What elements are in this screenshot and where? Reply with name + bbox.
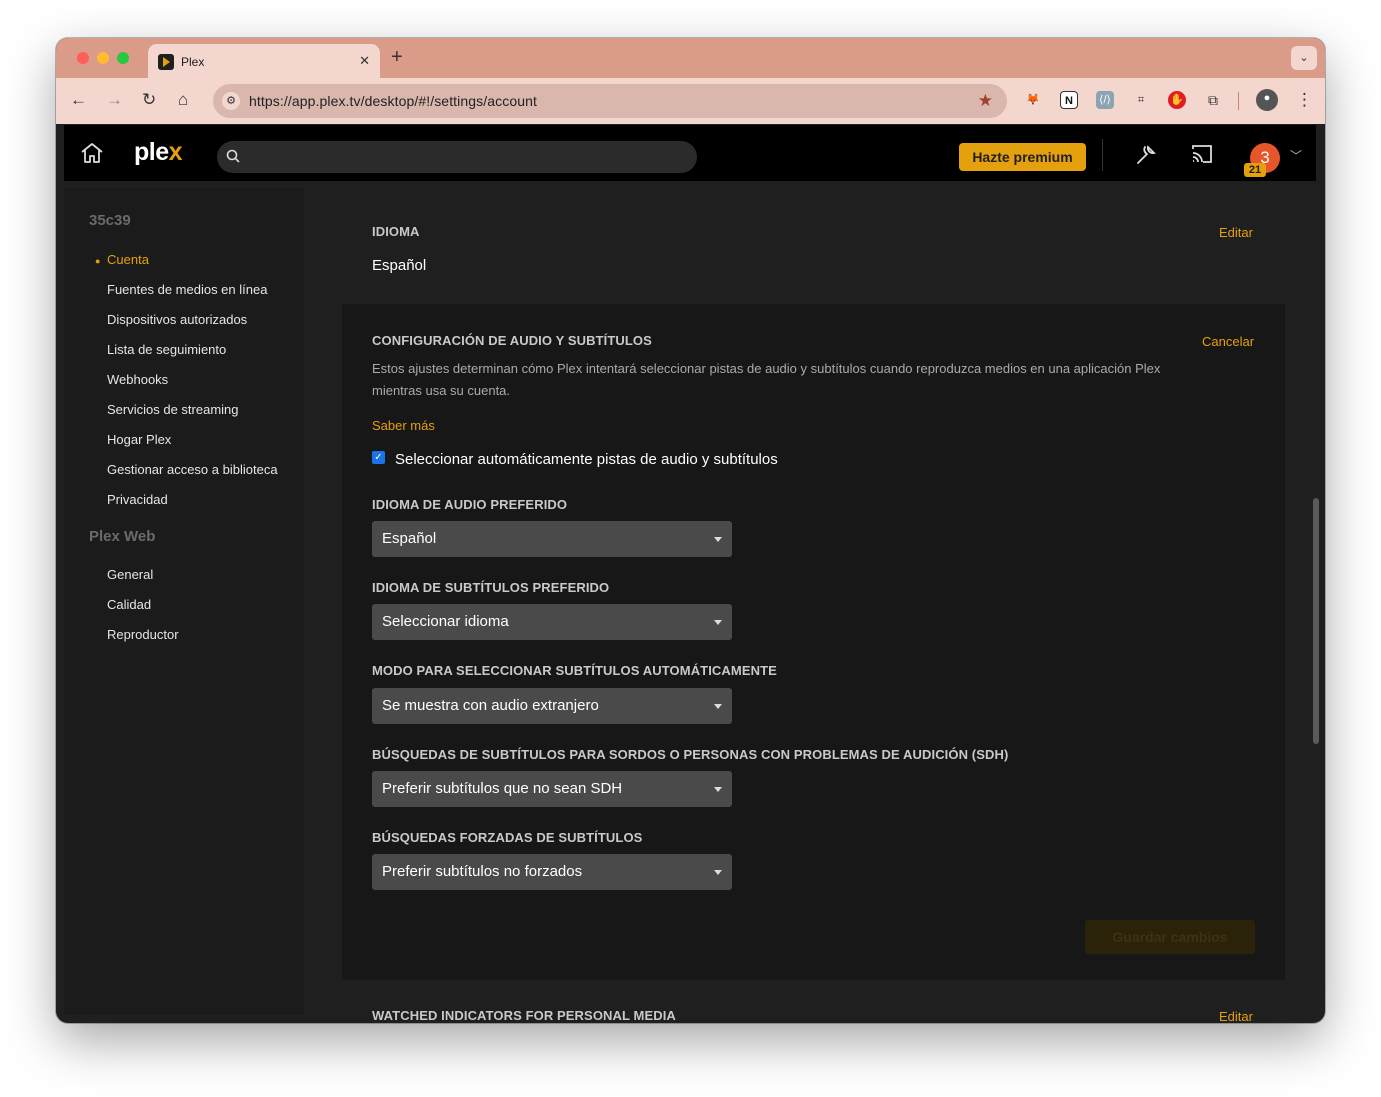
caret-down-icon bbox=[714, 537, 722, 542]
audio-subs-label: CONFIGURACIÓN DE AUDIO Y SUBTÍTULOS bbox=[372, 333, 652, 348]
profile-avatar-icon[interactable]: ● bbox=[1256, 89, 1278, 111]
tab-close-icon[interactable]: ✕ bbox=[359, 53, 370, 69]
notification-badge: 21 bbox=[1244, 163, 1266, 177]
sidebar-item-fuentes[interactable]: Fuentes de medios en línea bbox=[107, 282, 267, 297]
logo-accent: x bbox=[168, 138, 183, 166]
browser-toolbar: ← → ↻ ⌂ ⚙ https://app.plex.tv/desktop/#!… bbox=[56, 78, 1325, 124]
auto-subtitle-mode-value: Se muestra con audio extranjero bbox=[382, 697, 599, 714]
home-icon[interactable] bbox=[80, 142, 104, 164]
caret-down-icon bbox=[714, 620, 722, 625]
audio-subs-description: Estos ajustes determinan cómo Plex inten… bbox=[372, 361, 1161, 398]
forced-subs-value: Preferir subtítulos no forzados bbox=[382, 863, 583, 880]
auto-subtitle-mode-label: MODO PARA SELECCIONAR SUBTÍTULOS AUTOMÁT… bbox=[372, 663, 777, 678]
metamask-icon[interactable]: 🦊 bbox=[1024, 91, 1042, 109]
tab-strip: Plex ✕ + ⌄ bbox=[56, 38, 1325, 78]
star-icon[interactable]: ★ bbox=[978, 91, 993, 111]
watched-edit-link[interactable]: Editar bbox=[1219, 1009, 1253, 1023]
sdh-select[interactable]: Preferir subtítulos que no sean SDH bbox=[372, 771, 732, 807]
search-input[interactable] bbox=[217, 141, 697, 173]
watched-label: WATCHED INDICATORS FOR PERSONAL MEDIA bbox=[372, 1008, 676, 1023]
learn-more-link[interactable]: Saber más bbox=[372, 418, 435, 433]
url-text[interactable]: https://app.plex.tv/desktop/#!/settings/… bbox=[249, 93, 537, 109]
reload-icon[interactable]: ↻ bbox=[142, 90, 156, 110]
sidebar-web-title: Plex Web bbox=[89, 528, 156, 545]
sidebar-item-webhooks[interactable]: Webhooks bbox=[107, 372, 168, 387]
tab-title: Plex bbox=[181, 55, 205, 69]
auto-select-checkbox[interactable]: ✓ bbox=[372, 451, 385, 464]
language-label: IDIOMA bbox=[372, 224, 420, 239]
maximize-window-button[interactable] bbox=[117, 52, 129, 64]
search-icon bbox=[226, 149, 240, 163]
forced-subs-select[interactable]: Preferir subtítulos no forzados bbox=[372, 854, 732, 890]
close-window-button[interactable] bbox=[77, 52, 89, 64]
new-tab-button[interactable]: + bbox=[391, 46, 403, 69]
sdh-label: BÚSQUEDAS DE SUBTÍTULOS PARA SORDOS O PE… bbox=[372, 747, 1009, 762]
browser-window: Plex ✕ + ⌄ ← → ↻ ⌂ ⚙ https://app.plex.tv… bbox=[56, 38, 1325, 1023]
sidebar-item-reproductor[interactable]: Reproductor bbox=[107, 627, 179, 642]
caret-down-icon bbox=[714, 870, 722, 875]
logo-text: ple bbox=[134, 138, 169, 166]
wrench-icon[interactable] bbox=[1134, 143, 1158, 167]
sidebar-item-gestionar[interactable]: Gestionar acceso a biblioteca bbox=[107, 462, 278, 477]
language-edit-link[interactable]: Editar bbox=[1219, 225, 1253, 240]
auto-subtitle-mode-select[interactable]: Se muestra con audio extranjero bbox=[372, 688, 732, 724]
active-indicator: ● bbox=[95, 256, 101, 266]
audio-lang-label: IDIOMA DE AUDIO PREFERIDO bbox=[372, 497, 568, 512]
audio-language-value: Español bbox=[382, 530, 437, 547]
site-settings-icon[interactable]: ⚙ bbox=[222, 92, 240, 110]
subtitle-lang-label: IDIOMA DE SUBTÍTULOS PREFERIDO bbox=[372, 580, 610, 595]
sdh-value: Preferir subtítulos que no sean SDH bbox=[382, 780, 623, 797]
forward-icon[interactable]: → bbox=[106, 90, 123, 110]
sidebar-item-lista[interactable]: Lista de seguimiento bbox=[107, 342, 226, 357]
address-bar[interactable]: ⚙ https://app.plex.tv/desktop/#!/setting… bbox=[213, 84, 1007, 118]
sidebar-item-cuenta[interactable]: Cuenta bbox=[107, 252, 149, 267]
sidebar-item-privacidad[interactable]: Privacidad bbox=[107, 492, 168, 507]
toolbar-divider bbox=[1238, 92, 1239, 110]
caret-down-icon bbox=[714, 704, 722, 709]
browser-tab[interactable]: Plex ✕ bbox=[148, 44, 380, 78]
plex-header: plex Hazte premium 3 21 ﹀ bbox=[64, 125, 1316, 181]
save-button[interactable]: Guardar cambios bbox=[1085, 920, 1255, 954]
back-icon[interactable]: ← bbox=[70, 90, 87, 110]
plex-logo[interactable]: plex bbox=[134, 138, 183, 167]
sidebar-item-hogar[interactable]: Hogar Plex bbox=[107, 432, 171, 447]
forced-subs-label: BÚSQUEDAS FORZADAS DE SUBTÍTULOS bbox=[372, 830, 643, 845]
cancel-link[interactable]: Cancelar bbox=[1202, 334, 1254, 349]
sidebar-item-general[interactable]: General bbox=[107, 567, 153, 582]
extensions-icon[interactable]: ⧉ bbox=[1204, 91, 1222, 109]
sidebar-item-servicios[interactable]: Servicios de streaming bbox=[107, 402, 239, 417]
settings-sidebar: 35c39 ● Cuenta Fuentes de medios en líne… bbox=[64, 188, 304, 1015]
subtitle-language-value: Seleccionar idioma bbox=[382, 613, 509, 630]
sidebar-account-title: 35c39 bbox=[89, 212, 131, 229]
tab-search-button[interactable]: ⌄ bbox=[1291, 46, 1317, 70]
chevron-down-icon[interactable]: ﹀ bbox=[1290, 147, 1302, 164]
scrollbar[interactable] bbox=[1313, 498, 1319, 744]
sidebar-item-calidad[interactable]: Calidad bbox=[107, 597, 151, 612]
caret-down-icon bbox=[714, 787, 722, 792]
premium-button[interactable]: Hazte premium bbox=[959, 143, 1086, 171]
notion-icon[interactable]: N bbox=[1060, 91, 1078, 109]
sidebar-item-dispositivos[interactable]: Dispositivos autorizados bbox=[107, 312, 247, 327]
cast-icon[interactable] bbox=[1190, 143, 1214, 165]
audio-language-select[interactable]: Español bbox=[372, 521, 732, 557]
subtitle-language-select[interactable]: Seleccionar idioma bbox=[372, 604, 732, 640]
header-divider bbox=[1102, 139, 1103, 171]
crop-icon[interactable]: ⌗ bbox=[1132, 91, 1150, 109]
adblock-icon[interactable]: ✋ bbox=[1168, 91, 1186, 109]
browser-menu-icon[interactable]: ⋮ bbox=[1296, 90, 1313, 110]
plex-favicon-icon bbox=[158, 54, 174, 70]
language-value: Español bbox=[372, 257, 427, 274]
auto-select-label[interactable]: Seleccionar automáticamente pistas de au… bbox=[395, 451, 778, 468]
minimize-window-button[interactable] bbox=[97, 52, 109, 64]
code-extension-icon[interactable]: ⟨/⟩ bbox=[1096, 91, 1114, 109]
home-page-icon[interactable]: ⌂ bbox=[178, 90, 188, 110]
